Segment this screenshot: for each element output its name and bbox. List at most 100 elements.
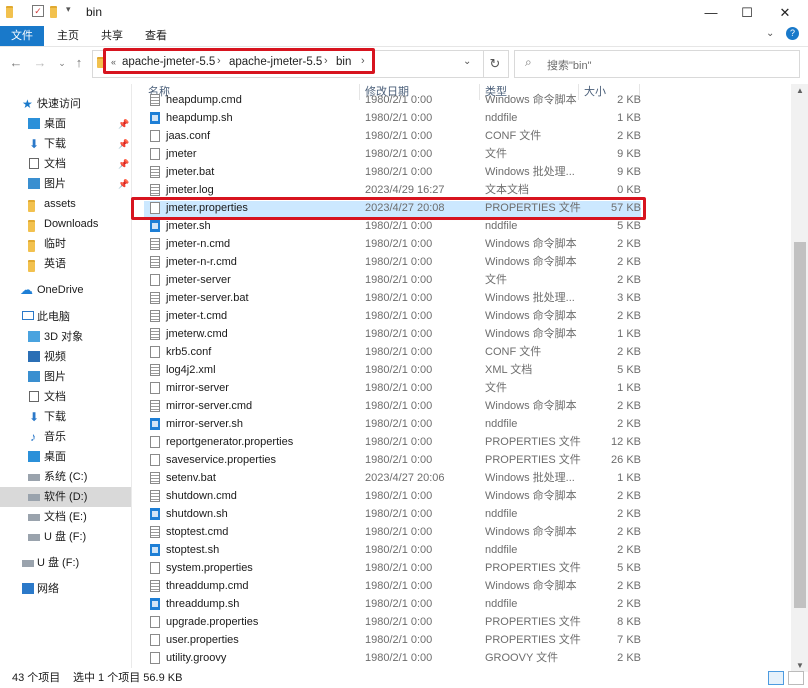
file-row[interactable]: jmeterw.cmd 1980/2/1 0:00 Windows 命令脚本 1 KB xyxy=(146,325,646,343)
file-row[interactable]: setenv.bat 2023/4/27 20:06 Windows 批处理... 1… xyxy=(146,469,646,487)
item-count: 43 个项目 xyxy=(12,672,61,684)
navigation-pane: ★ 快速访问 桌面 📌 ⬇ 下载 📌 文档 📌 图片 📌 assets Down… xyxy=(0,84,131,672)
sidebar-usb-drive[interactable]: U 盘 (F:) xyxy=(0,553,131,573)
sidebar-item-downloads[interactable]: ⬇ 下载 📌 xyxy=(0,134,131,154)
file-row[interactable]: jmeter-server 1980/2/1 0:00 文件 2 KB xyxy=(146,271,646,289)
file-size: 7 KB xyxy=(617,634,641,646)
document-icon xyxy=(29,391,39,402)
file-row[interactable]: system.properties 1980/2/1 0:00 PROPERTIES… xyxy=(146,559,646,577)
script-file-icon xyxy=(150,184,160,196)
file-row[interactable]: heapdump.cmd 1980/2/1 0:00 Windows 命令脚本 2 K… xyxy=(146,91,646,109)
file-icon xyxy=(150,346,160,358)
file-row[interactable]: jmeter-n-r.cmd 1980/2/1 0:00 Windows 命令脚本 2… xyxy=(146,253,646,271)
file-row[interactable]: utility.groovy 1980/2/1 0:00 GROOVY 文件 2 KB xyxy=(146,649,646,667)
script-file-icon xyxy=(150,292,160,304)
file-row[interactable]: stoptest.sh 1980/2/1 0:00 nddfile 2 KB xyxy=(146,541,646,559)
script-file-icon xyxy=(150,256,160,268)
file-name: reportgenerator.properties xyxy=(166,436,294,448)
file-row[interactable]: threaddump.cmd 1980/2/1 0:00 Windows 命令脚本 2… xyxy=(146,577,646,595)
sidebar-item-pictures-pc[interactable]: 图片 xyxy=(0,367,131,387)
sidebar-item-videos[interactable]: 视频 xyxy=(0,347,131,367)
back-icon[interactable]: ← xyxy=(8,55,24,71)
file-row[interactable]: jmeter.bat 1980/2/1 0:00 Windows 批处理... 9 K… xyxy=(146,163,646,181)
file-name: jmeter-server.bat xyxy=(166,292,249,304)
sidebar-item-documents-pc[interactable]: 文档 xyxy=(0,387,131,407)
sidebar-item-drive-e[interactable]: 文档 (E:) xyxy=(0,507,131,527)
sidebar-label: 此电脑 xyxy=(37,311,70,323)
file-type: CONF 文件 xyxy=(485,130,542,142)
file-name: jmeter.bat xyxy=(166,166,215,178)
sidebar-item-drive-d[interactable]: 软件 (D:) xyxy=(0,487,131,507)
tab-share[interactable]: 共享 xyxy=(94,26,130,46)
recent-locations-icon[interactable]: ⌄ xyxy=(54,55,70,71)
file-row[interactable]: jaas.conf 1980/2/1 0:00 CONF 文件 2 KB xyxy=(146,127,646,145)
sidebar-item-3d-objects[interactable]: 3D 对象 xyxy=(0,327,131,347)
properties-icon[interactable]: ✓ xyxy=(32,5,44,17)
file-row[interactable]: mirror-server.cmd 1980/2/1 0:00 Windows 命令… xyxy=(146,397,646,415)
sidebar-item-drive-f[interactable]: U 盘 (F:) xyxy=(0,527,131,547)
file-row[interactable]: stoptest.cmd 1980/2/1 0:00 Windows 命令脚本 2 K… xyxy=(146,523,646,541)
up-icon[interactable]: ↑ xyxy=(71,55,87,71)
sidebar-item-assets[interactable]: assets xyxy=(0,194,131,214)
search-input[interactable]: ⌕ 搜索"bin" xyxy=(514,50,800,78)
file-row[interactable]: mirror-server 1980/2/1 0:00 文件 1 KB xyxy=(146,379,646,397)
sidebar-this-pc[interactable]: 此电脑 xyxy=(0,307,131,327)
sidebar-item-drive-c[interactable]: 系统 (C:) xyxy=(0,467,131,487)
cloud-icon: ☁ xyxy=(20,282,33,297)
file-row[interactable]: upgrade.properties 1980/2/1 0:00 PROPERTIE… xyxy=(146,613,646,631)
tab-home[interactable]: 主页 xyxy=(50,26,86,46)
sidebar-item-music[interactable]: ♪ 音乐 xyxy=(0,427,131,447)
file-name: jmeterw.cmd xyxy=(166,328,228,340)
file-date: 1980/2/1 0:00 xyxy=(365,238,433,250)
file-size: 2 KB xyxy=(617,274,641,286)
file-row[interactable]: threaddump.sh 1980/2/1 0:00 nddfile 2 KB xyxy=(146,595,646,613)
help-icon[interactable]: ? xyxy=(786,27,799,40)
file-icon xyxy=(150,454,160,466)
file-date: 1980/2/1 0:00 xyxy=(365,436,433,448)
sidebar-item-desktop-pc[interactable]: 桌面 xyxy=(0,447,131,467)
sidebar-item-pictures[interactable]: 图片 📌 xyxy=(0,174,131,194)
customize-toolbar-icon[interactable]: ▾ xyxy=(66,4,80,18)
file-row[interactable]: jmeter-n.cmd 1980/2/1 0:00 Windows 命令脚本 2 K… xyxy=(146,235,646,253)
chevron-down-icon[interactable]: ⌄ xyxy=(766,28,774,39)
file-row[interactable]: shutdown.sh 1980/2/1 0:00 nddfile 2 KB xyxy=(146,505,646,523)
forward-icon[interactable]: → xyxy=(32,55,48,71)
search-icon: ⌕ xyxy=(525,55,532,69)
sidebar-item-documents[interactable]: 文档 📌 xyxy=(0,154,131,174)
chevron-down-icon[interactable]: ⌄ xyxy=(463,56,471,67)
file-row[interactable]: mirror-server.sh 1980/2/1 0:00 nddfile 2 KB xyxy=(146,415,646,433)
sidebar-quick-access[interactable]: ★ 快速访问 xyxy=(0,94,131,114)
file-row[interactable]: jmeter-server.bat 1980/2/1 0:00 Windows 批处… xyxy=(146,289,646,307)
script-file-icon xyxy=(150,328,160,340)
file-row[interactable]: user.properties 1980/2/1 0:00 PROPERTIES 文… xyxy=(146,631,646,649)
pin-icon: 📌 xyxy=(118,139,130,149)
scroll-up-arrow-icon[interactable]: ▲ xyxy=(796,86,804,95)
file-size: 2 KB xyxy=(617,418,641,430)
tab-file[interactable]: 文件 xyxy=(0,26,44,46)
sidebar-item-temp[interactable]: 临时 xyxy=(0,234,131,254)
file-type: XML 文档 xyxy=(485,364,533,376)
file-row[interactable]: jmeter 1980/2/1 0:00 文件 9 KB xyxy=(146,145,646,163)
file-row[interactable]: log4j2.xml 1980/2/1 0:00 XML 文档 5 KB xyxy=(146,361,646,379)
sidebar-item-downloads-pc[interactable]: ⬇ 下载 xyxy=(0,407,131,427)
tab-view[interactable]: 查看 xyxy=(138,26,174,46)
drive-icon xyxy=(28,494,40,501)
scrollbar-thumb[interactable] xyxy=(794,242,806,608)
file-row[interactable]: saveservice.properties 1980/2/1 0:00 PROPE… xyxy=(146,451,646,469)
sidebar-item-desktop[interactable]: 桌面 📌 xyxy=(0,114,131,134)
sidebar-onedrive[interactable]: ☁ OneDrive xyxy=(0,280,131,300)
sidebar-label: 系统 (C:) xyxy=(44,471,88,483)
file-row[interactable]: jmeter-t.cmd 1980/2/1 0:00 Windows 命令脚本 2 K… xyxy=(146,307,646,325)
large-icons-view-icon[interactable] xyxy=(788,671,804,685)
refresh-icon[interactable]: ↻ xyxy=(482,50,509,78)
file-row[interactable]: heapdump.sh 1980/2/1 0:00 nddfile 1 KB xyxy=(146,109,646,127)
sidebar-network[interactable]: 网络 xyxy=(0,579,131,599)
new-folder-icon[interactable] xyxy=(50,6,64,20)
close-button[interactable]: ✕ xyxy=(762,0,808,26)
file-row[interactable]: reportgenerator.properties 1980/2/1 0:00 P… xyxy=(146,433,646,451)
file-row[interactable]: krb5.conf 1980/2/1 0:00 CONF 文件 2 KB xyxy=(146,343,646,361)
sidebar-item-english[interactable]: 英语 xyxy=(0,254,131,274)
file-row[interactable]: shutdown.cmd 1980/2/1 0:00 Windows 命令脚本 2 K… xyxy=(146,487,646,505)
details-view-icon[interactable] xyxy=(768,671,784,685)
sidebar-item-downloads-folder[interactable]: Downloads xyxy=(0,214,131,234)
